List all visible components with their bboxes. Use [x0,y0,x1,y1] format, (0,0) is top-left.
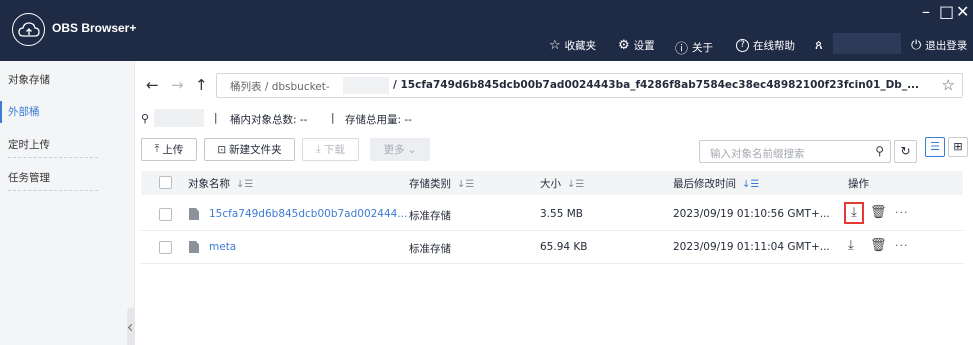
breadcrumb-root[interactable]: 桶列表 / dbsbucket- [230,79,330,94]
more-actions-icon[interactable]: ··· [895,239,909,252]
grid-view-icon[interactable]: ⊞ [948,137,968,157]
object-name-link[interactable]: 15cfa749d6b845dcb00b7ad002444... [209,208,407,220]
more-actions-icon[interactable]: ··· [895,206,909,219]
delete-icon[interactable]: 🗑 [870,238,887,253]
file-icon [189,208,199,220]
sort-active-icon[interactable]: ↓☰ [742,179,759,190]
sidebar-divider [8,157,98,158]
help-icon: ? [736,39,749,52]
table-row[interactable]: meta 标准存储 65.94 KB 2023/09/19 01:11:04 G… [141,231,963,264]
search-icon[interactable]: ⚲ [875,144,884,158]
forward-arrow-icon[interactable]: → [171,76,184,94]
user-glyph: ጰ [815,38,823,53]
new-folder-icon: ⊡ [217,143,227,156]
info-separator: | [331,112,335,124]
upload-icon: ⤒ [154,143,160,155]
storage-class: 标准存储 [409,243,451,255]
last-modified: 2023/09/19 01:10:56 GMT+... [673,208,830,220]
info-icon: ⓘ [675,42,689,57]
column-header-size[interactable]: 大小 ↓☰ [540,176,584,191]
sidebar-collapse-handle[interactable] [127,308,135,345]
header-size-label: 大小 [540,178,561,190]
menu-about[interactable]: ⓘ 关于 [675,38,713,57]
sidebar: 对象存储 外部桶 定时上传 任务管理 [0,61,135,345]
sidebar-item-scheduled-upload[interactable]: 定时上传 [0,134,135,156]
download-label: 下载 [323,144,345,156]
search-placeholder: 输入对象名前缀搜索 [710,148,805,160]
new-folder-button[interactable]: ⊡ 新建文件夹 [204,138,295,161]
title-bar: OBS Browser+ – □ ✕ ☆ 收藏夹 ⚙ 设置 ⓘ 关于 ? 在线帮… [0,0,973,61]
chevron-down-icon: ⌄ [407,143,417,156]
row-checkbox[interactable] [159,208,172,221]
power-icon: ⏻ [911,38,922,53]
more-label: 更多 [383,144,405,156]
app-title: OBS Browser+ [52,21,137,35]
storage-used: 存储总用量: -- [345,114,412,126]
location-pin-icon: ⚲ [141,112,150,125]
upload-label: 上传 [162,144,184,156]
maximize-button[interactable]: □ [939,2,954,21]
object-size: 3.55 MB [540,208,583,220]
object-count: 桶内对象总数: -- [230,114,308,126]
select-all-checkbox[interactable] [159,176,172,189]
sidebar-item-object-storage[interactable]: 对象存储 [0,69,135,91]
menu-favorites-label: 收藏夹 [564,40,597,52]
settings-icon: ⚙ [618,38,630,53]
download-icon[interactable]: ⤓ [848,238,854,253]
table-row[interactable]: 15cfa749d6b845dcb00b7ad002444... 标准存储 3.… [141,198,963,231]
storage-class: 标准存储 [409,210,451,222]
column-header-storage-class[interactable]: 存储类别 ↓☰ [409,176,474,191]
address-bar[interactable]: 桶列表 / dbsbucket- / 15cfa749d6b845dcb00b7… [216,73,963,98]
header-name-label: 对象名称 [188,178,230,190]
download-button[interactable]: ⤓ 下载 [302,138,359,161]
sidebar-item-external-bucket[interactable]: 外部桶 [0,101,135,123]
list-view-icon[interactable]: ☰ [925,137,945,157]
breadcrumb-path: / 15cfa749d6b845dcb00b7ad0024443ba_f4286… [393,79,920,91]
delete-icon[interactable]: 🗑 [870,205,887,220]
last-modified: 2023/09/19 01:11:04 GMT+... [673,241,830,253]
back-arrow-icon[interactable]: ← [146,76,159,94]
header-storage-class-label: 存储类别 [409,178,451,190]
download-icon: ⤓ [316,143,321,155]
logout-button[interactable]: ⏻ 退出登录 [911,38,967,53]
logout-label: 退出登录 [925,40,968,52]
refresh-icon[interactable]: ↻ [894,140,917,163]
column-header-name[interactable]: 对象名称 ↓☰ [188,176,253,191]
download-icon[interactable]: ⤓ [844,202,864,224]
minimize-button[interactable]: – [922,2,930,21]
column-header-modified[interactable]: 最后修改时间 ↓☰ [673,176,759,191]
new-folder-label: 新建文件夹 [229,144,282,156]
row-checkbox[interactable] [159,241,172,254]
menu-favorites[interactable]: ☆ 收藏夹 [549,38,596,53]
info-separator: | [214,112,218,124]
star-icon: ☆ [549,38,561,53]
bookmark-star-icon[interactable]: ☆ [942,76,955,94]
user-icon[interactable]: ጰ [815,38,823,53]
sidebar-item-task-management[interactable]: 任务管理 [0,167,135,189]
search-input[interactable]: 输入对象名前缀搜索 ⚲ [699,140,891,163]
bucket-name-mask [343,77,389,94]
object-size: 65.94 KB [540,241,588,253]
menu-help[interactable]: ? 在线帮助 [736,38,795,53]
more-dropdown[interactable]: 更多 ⌄ [370,138,430,161]
menu-about-label: 关于 [692,42,714,54]
file-icon [189,241,199,253]
sort-icon[interactable]: ↓☰ [457,179,474,190]
sort-icon[interactable]: ↓☰ [236,179,253,190]
bucket-region-mask [154,109,204,127]
sort-icon[interactable]: ↓☰ [567,179,584,190]
menu-help-label: 在线帮助 [753,40,795,52]
close-button[interactable]: ✕ [956,2,969,21]
upload-button[interactable]: ⤒ 上传 [141,138,197,161]
object-name-link[interactable]: meta [209,241,236,253]
menu-settings[interactable]: ⚙ 设置 [618,38,655,53]
table-header: 对象名称 ↓☰ 存储类别 ↓☰ 大小 ↓☰ 最后修改时间 ↓☰ 操作 [141,171,963,195]
sidebar-divider [8,190,98,191]
header-modified-label: 最后修改时间 [673,178,736,190]
column-header-actions: 操作 [848,178,869,190]
cloud-logo-icon [12,13,45,46]
up-arrow-icon[interactable]: ↑ [195,76,208,94]
menu-settings-label: 设置 [633,40,655,52]
username-mask [833,33,901,54]
